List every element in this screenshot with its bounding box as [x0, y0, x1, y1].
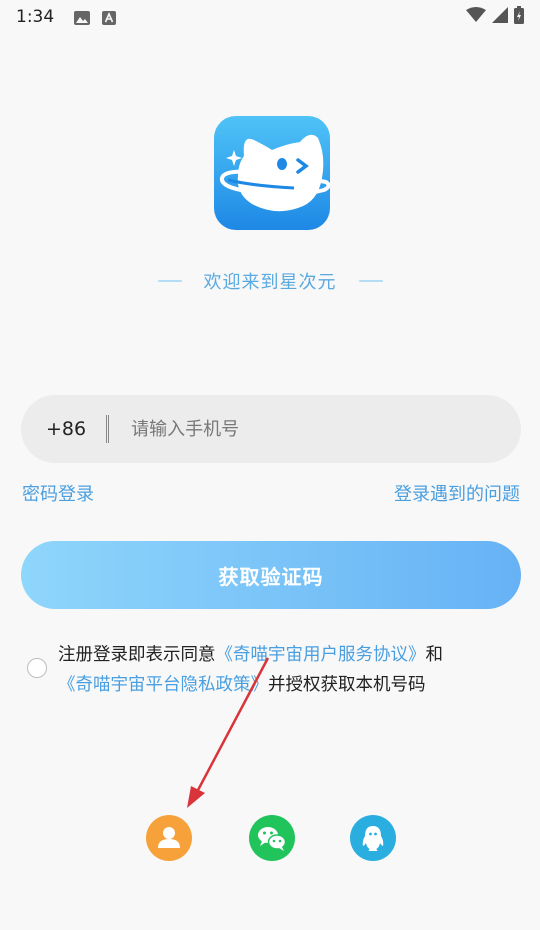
login-page: 1:34 欢迎来到星次元 +86 请输入手机号 密码登录 登录遇到的问题 获取验…: [0, 0, 540, 930]
signal-icon: [492, 6, 508, 28]
password-login-link[interactable]: 密码登录: [22, 480, 94, 506]
phone-input[interactable]: [131, 418, 472, 440]
qq-login-button[interactable]: [350, 815, 396, 861]
wechat-login-button[interactable]: [249, 815, 295, 861]
agreement-text: 注册登录即表示同意《奇喵宇宙用户服务协议》和《奇喵宇宙平台隐私政策》并授权获取本…: [58, 640, 528, 700]
agreement-and: 和: [425, 645, 444, 665]
agreement-checkbox[interactable]: [27, 658, 47, 678]
font-icon: [102, 10, 118, 25]
wechat-icon: [258, 827, 287, 851]
agreement-suffix: 并授权获取本机号码: [268, 675, 426, 695]
get-code-button[interactable]: 获取验证码: [21, 541, 521, 609]
account-icon: [158, 827, 180, 848]
login-problem-link[interactable]: 登录遇到的问题: [394, 480, 520, 506]
welcome-row: 欢迎来到星次元: [0, 266, 540, 296]
decor-line-right: [358, 280, 383, 282]
status-time: 1:34: [16, 7, 55, 27]
decor-line-left: [157, 280, 182, 282]
image-icon: [74, 10, 91, 25]
phone-field: +86: [21, 395, 521, 463]
country-code[interactable]: +86: [46, 418, 86, 440]
privacy-policy-link[interactable]: 《奇喵宇宙平台隐私政策》: [58, 675, 268, 695]
wifi-icon: [466, 6, 486, 28]
welcome-text: 欢迎来到星次元: [203, 272, 337, 293]
qq-icon: [362, 826, 384, 851]
agreement-prefix: 注册登录即表示同意: [58, 645, 216, 665]
user-agreement-link[interactable]: 《奇喵宇宙用户服务协议》: [216, 645, 426, 665]
account-login-button[interactable]: [146, 815, 192, 861]
app-logo: [214, 116, 330, 230]
input-divider: [106, 415, 110, 443]
status-bar: 1:34: [0, 0, 540, 34]
battery-icon: [514, 5, 524, 29]
